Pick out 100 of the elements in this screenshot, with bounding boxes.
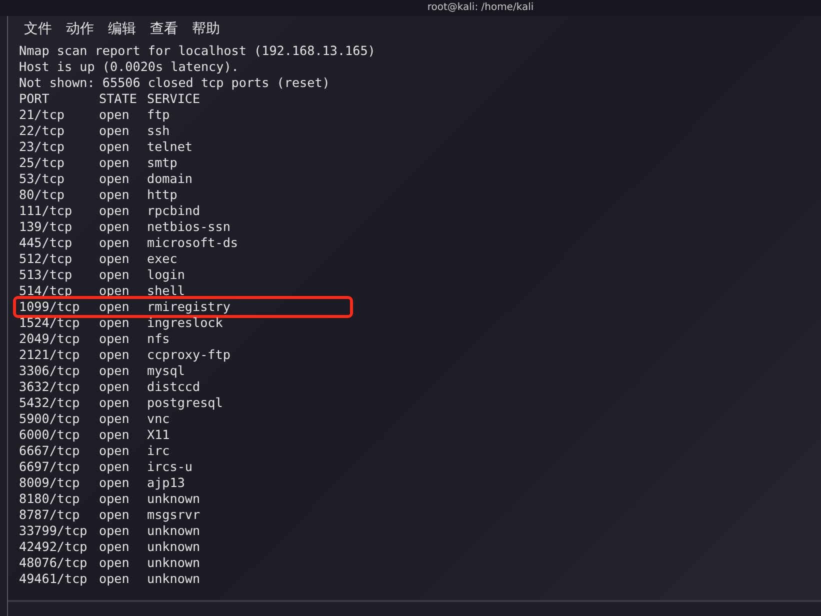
column-header: STATE — [99, 91, 138, 107]
table-cell: vnc — [147, 411, 170, 427]
table-cell: nfs — [147, 331, 170, 347]
table-cell: unknown — [147, 539, 200, 555]
table-cell-text: open — [99, 555, 130, 571]
table-cell: http — [147, 187, 178, 203]
table-cell: ircs-u — [147, 459, 192, 475]
table-cell-text: 5900/tcp — [19, 411, 81, 427]
menu-item[interactable]: 查看 — [150, 18, 178, 40]
table-cell-text: 8180/tcp — [19, 491, 81, 507]
table-cell-text: 139/tcp — [19, 219, 74, 235]
table-cell: exec — [147, 251, 178, 267]
column-header: PORT — [19, 91, 50, 107]
table-cell-text: open — [99, 267, 130, 283]
table-cell-text: 512/tcp — [19, 251, 74, 267]
table-cell-text: open — [99, 395, 130, 411]
table-cell: unknown — [147, 571, 200, 587]
table-cell: rmiregistry — [147, 299, 230, 315]
table-cell: rpcbind — [147, 203, 200, 219]
menu-item[interactable]: 动作 — [66, 18, 94, 40]
table-cell-text: open — [99, 203, 130, 219]
table-cell-text: open — [99, 539, 130, 555]
table-cell-text: open — [99, 363, 130, 379]
table-cell: ftp — [147, 107, 170, 123]
table-cell-text: 49461/tcp — [19, 571, 88, 587]
table-cell: ingreslock — [147, 315, 223, 331]
menu-item[interactable]: 文件 — [24, 18, 52, 40]
table-cell-text: 53/tcp — [19, 171, 66, 187]
table-cell: smtp — [147, 155, 178, 171]
table-cell-text: 514/tcp — [19, 283, 74, 299]
table-cell: ajp13 — [147, 475, 185, 491]
table-cell-text: open — [99, 139, 130, 155]
table-cell-text: open — [99, 235, 130, 251]
table-cell-text: 8009/tcp — [19, 475, 81, 491]
table-cell: login — [147, 267, 185, 283]
table-cell: postgresql — [147, 395, 223, 411]
table-cell-text: 2121/tcp — [19, 347, 81, 363]
table-cell-text: open — [99, 459, 130, 475]
table-cell-text: 42492/tcp — [19, 539, 88, 555]
window-title: root@kali: /home/kali — [427, 2, 534, 14]
table-cell-text: 2049/tcp — [19, 331, 81, 347]
table-cell: distccd — [147, 379, 200, 395]
table-cell: ssh — [147, 123, 170, 139]
table-cell-text: open — [99, 283, 130, 299]
menu-item[interactable]: 帮助 — [192, 18, 220, 40]
table-cell-text: open — [99, 315, 130, 331]
table-cell-text: 3632/tcp — [19, 379, 81, 395]
table-cell: msgsrvr — [147, 507, 200, 523]
menu-item[interactable]: 编辑 — [108, 18, 136, 40]
table-cell-text: 111/tcp — [19, 203, 74, 219]
table-cell-text: 5432/tcp — [19, 395, 81, 411]
table-cell-text: 6667/tcp — [19, 443, 81, 459]
table-cell: microsoft-ds — [147, 235, 238, 251]
terminal-output-line: Not shown: 65506 closed tcp ports (reset) — [19, 75, 330, 91]
table-cell: shell — [147, 283, 185, 299]
table-cell-text: open — [99, 187, 130, 203]
table-cell-text: open — [99, 475, 130, 491]
table-cell-text: 1099/tcp — [19, 299, 81, 315]
table-cell: unknown — [147, 555, 200, 571]
table-cell-text: 3306/tcp — [19, 363, 81, 379]
table-cell-text: 48076/tcp — [19, 555, 88, 571]
table-cell: ccproxy-ftp — [147, 347, 230, 363]
table-cell-text: open — [99, 171, 130, 187]
table-cell-text: open — [99, 155, 130, 171]
table-cell-text: 25/tcp — [19, 155, 66, 171]
table-cell: irc — [147, 443, 170, 459]
table-cell-text: open — [99, 251, 130, 267]
table-cell-text: open — [99, 427, 130, 443]
table-cell: mysql — [147, 363, 185, 379]
table-cell-text: 22/tcp — [19, 123, 66, 139]
table-cell-text: open — [99, 123, 130, 139]
table-cell-text: 6697/tcp — [19, 459, 81, 475]
table-cell-text: 23/tcp — [19, 139, 66, 155]
terminal-output-line: Host is up (0.0020s latency). — [19, 59, 239, 75]
table-cell-text: 21/tcp — [19, 107, 66, 123]
table-cell-text: 445/tcp — [19, 235, 74, 251]
table-cell: unknown — [147, 491, 200, 507]
table-cell-text: open — [99, 443, 130, 459]
table-cell: X11 — [147, 427, 170, 443]
table-cell-text: open — [99, 523, 130, 539]
table-cell-text: open — [99, 331, 130, 347]
table-cell-text: open — [99, 507, 130, 523]
table-cell-text: 33799/tcp — [19, 523, 88, 539]
table-cell-text: open — [99, 219, 130, 235]
table-cell-text: open — [99, 379, 130, 395]
table-cell-text: 1524/tcp — [19, 315, 81, 331]
column-header: SERVICE — [147, 91, 200, 107]
table-cell: unknown — [147, 523, 200, 539]
table-cell-text: 80/tcp — [19, 187, 66, 203]
table-cell-text: open — [99, 107, 130, 123]
table-cell: netbios-ssn — [147, 219, 230, 235]
table-cell-text: 8787/tcp — [19, 507, 81, 523]
terminal-output-line: Nmap scan report for localhost (192.168.13.165) — [19, 43, 376, 59]
table-cell-text: open — [99, 411, 130, 427]
table-cell-text: 6000/tcp — [19, 427, 81, 443]
table-cell-text: open — [99, 571, 130, 587]
table-cell: telnet — [147, 139, 192, 155]
table-cell-text: open — [99, 347, 130, 363]
table-cell-text: open — [99, 491, 130, 507]
table-cell-text: 513/tcp — [19, 267, 74, 283]
